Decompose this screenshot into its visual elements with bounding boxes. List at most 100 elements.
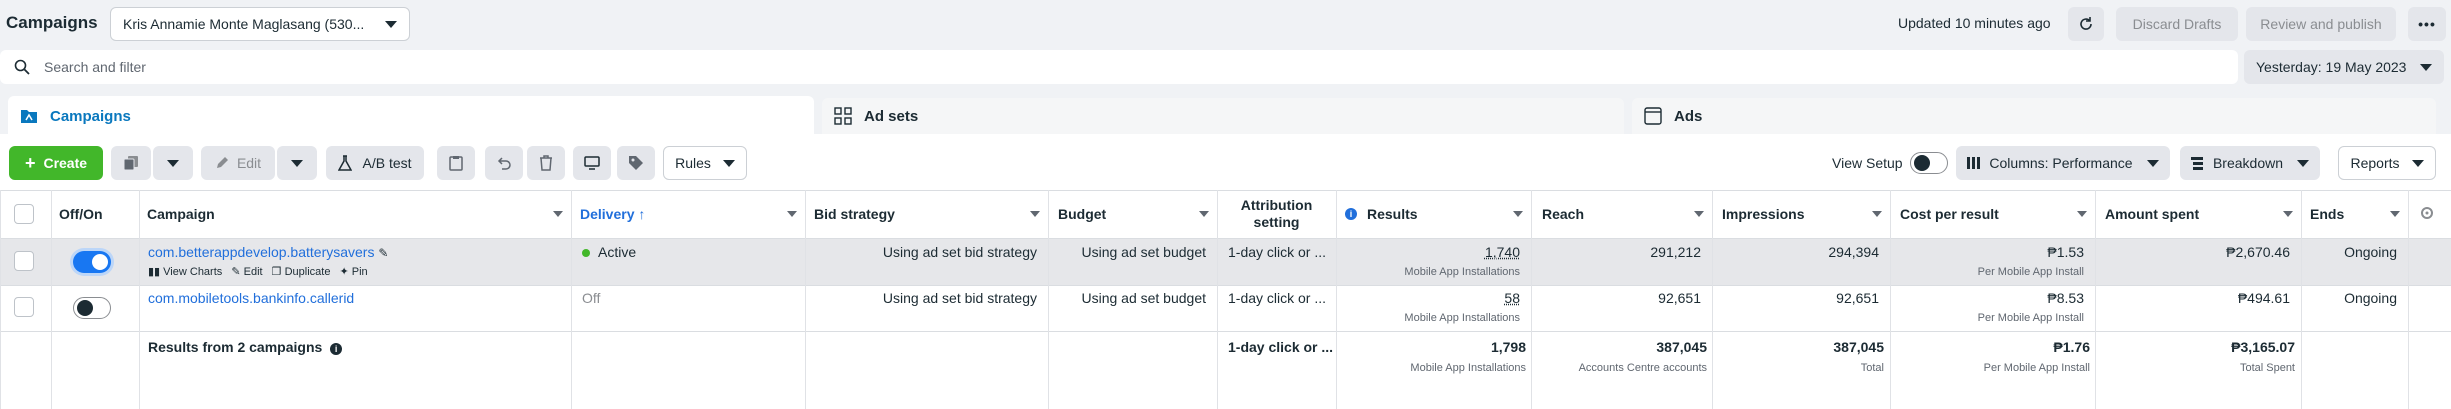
chevron-down-icon [722,159,735,167]
duplicate-button[interactable] [111,146,151,180]
attribution: 1-day click or ... [1228,290,1327,306]
view-charts-action[interactable]: ▮▮ View Charts [148,266,222,278]
reach-value: 92,651 [1658,290,1701,306]
view-charts-label: View Charts [163,266,223,278]
cpr-value: ₱8.53 [2047,290,2084,306]
updated-status: Updated 10 minutes ago [1898,15,2051,31]
ads-window-icon [1644,107,1662,125]
create-button[interactable]: + Create [9,146,103,180]
totals-label: Results from 2 campaigns i [148,339,343,355]
chevron-down-icon [2146,159,2159,167]
col-header-budget[interactable]: Budget [1058,190,1217,238]
bid-strategy: Using ad set bid strategy [882,244,1037,260]
col-header-amount-spent[interactable]: Amount spent [2105,190,2301,238]
settings-icon[interactable] [2420,206,2434,223]
refresh-icon [2080,17,2092,30]
select-all-checkbox[interactable] [14,204,34,224]
totals-spent: ₱3,165.07 [2231,339,2295,355]
impressions-value: 294,394 [1828,244,1879,260]
budget: Using ad set budget [1081,244,1206,260]
col-header-cost-per-result[interactable]: Cost per result [1900,190,2095,238]
edit-action[interactable]: ✎ Edit [231,266,262,278]
tag-button[interactable] [617,146,655,180]
edit-button[interactable]: Edit [201,146,275,180]
cpr-sub: Per Mobile App Install [1977,312,2084,324]
breakdown-button[interactable]: Breakdown [2180,146,2320,180]
account-selector[interactable]: Kris Annamie Monte Maglasang (530... [110,7,410,41]
search-bar[interactable] [0,50,2238,84]
pin-action[interactable]: ✦ Pin [340,266,368,278]
clipboard-icon [449,156,463,171]
delete-button[interactable] [527,146,565,180]
column-divider [571,190,572,409]
more-options-button[interactable]: ••• [2408,7,2446,41]
duplicate-action-label: Duplicate [284,266,331,278]
col-header-attribution[interactable]: Attribution setting [1217,190,1336,238]
results-value[interactable]: 1,740 [1336,244,1520,260]
duplicate-dropdown[interactable] [153,146,193,180]
clipboard-button[interactable] [437,146,475,180]
col-header-bid-strategy[interactable]: Bid strategy [814,190,1048,238]
chevron-down-icon [167,159,179,167]
review-publish-button[interactable]: Review and publish [2246,7,2396,41]
col-header-label: Cost per result [1900,206,1999,222]
refresh-button[interactable] [2068,7,2104,41]
budget: Using ad set budget [1081,290,1206,306]
rules-button[interactable]: Rules [663,146,747,180]
undo-button[interactable] [485,146,523,180]
columns-button[interactable]: Columns: Performance [1956,146,2170,180]
col-header-campaign[interactable]: Campaign [147,190,571,238]
col-header-results[interactable]: i Results [1345,190,1531,238]
tab-campaigns[interactable]: Campaigns [8,96,814,136]
chevron-down-icon [1513,211,1523,217]
col-header-impressions[interactable]: Impressions [1722,190,1890,238]
reports-label: Reports [2350,155,2400,171]
campaign-toggle[interactable] [73,297,111,319]
col-header-reach[interactable]: Reach [1542,190,1712,238]
row-checkbox[interactable] [14,297,34,317]
date-range-label: Yesterday: 19 May 2023 [2256,59,2407,75]
edit-dropdown[interactable] [277,146,317,180]
campaign-name-link[interactable]: com.mobiletools.bankinfo.callerid [148,290,354,306]
ab-test-button[interactable]: A/B test [326,146,424,180]
attribution: 1-day click or ... [1228,244,1327,260]
campaign-folder-icon [20,108,38,124]
column-divider [51,190,52,409]
campaign-name-link[interactable]: com.betterappdevelop.batterysavers ✎ [148,244,388,260]
ab-test-label: A/B test [362,155,412,171]
preview-button[interactable] [573,146,611,180]
chevron-down-icon [1694,211,1704,217]
totals-label-text: Results from 2 campaigns [148,339,323,355]
col-header-label: setting [1253,214,1300,230]
results-value[interactable]: 58 [1336,290,1520,306]
spent-value: ₱2,670.46 [2226,244,2290,260]
tab-adsets-label: Ad sets [864,107,919,125]
col-header-offon[interactable]: Off/On [59,190,139,238]
impressions-value: 92,651 [1836,290,1879,306]
rules-label: Rules [675,155,711,171]
chevron-down-icon [1199,211,1209,217]
chevron-down-icon [1030,211,1040,217]
col-header-ends[interactable]: Ends [2310,190,2408,238]
date-range-picker[interactable]: Yesterday: 19 May 2023 [2244,50,2444,84]
view-setup-toggle[interactable] [1910,152,1948,174]
tab-adsets[interactable]: Ad sets [822,98,1624,134]
discard-drafts-button[interactable]: Discard Drafts [2116,7,2238,41]
info-icon[interactable]: i [330,343,343,355]
search-input[interactable] [44,59,644,75]
divider [0,285,2451,286]
breakdown-icon [2190,157,2203,170]
pencil-icon [216,157,228,168]
toggle-knob [1914,155,1930,171]
row-checkbox[interactable] [14,251,34,271]
pencil-icon[interactable]: ✎ [378,246,388,260]
page-title: Campaigns [6,13,98,32]
duplicate-action[interactable]: ❐ Duplicate [272,266,331,278]
tab-ads[interactable]: Ads [1632,98,2436,134]
col-header-delivery[interactable]: Delivery ↑ [580,190,805,238]
preview-icon [584,156,600,170]
column-divider [0,190,1,409]
campaign-toggle[interactable] [73,251,111,273]
reports-button[interactable]: Reports [2338,146,2436,180]
divider [0,238,2451,239]
